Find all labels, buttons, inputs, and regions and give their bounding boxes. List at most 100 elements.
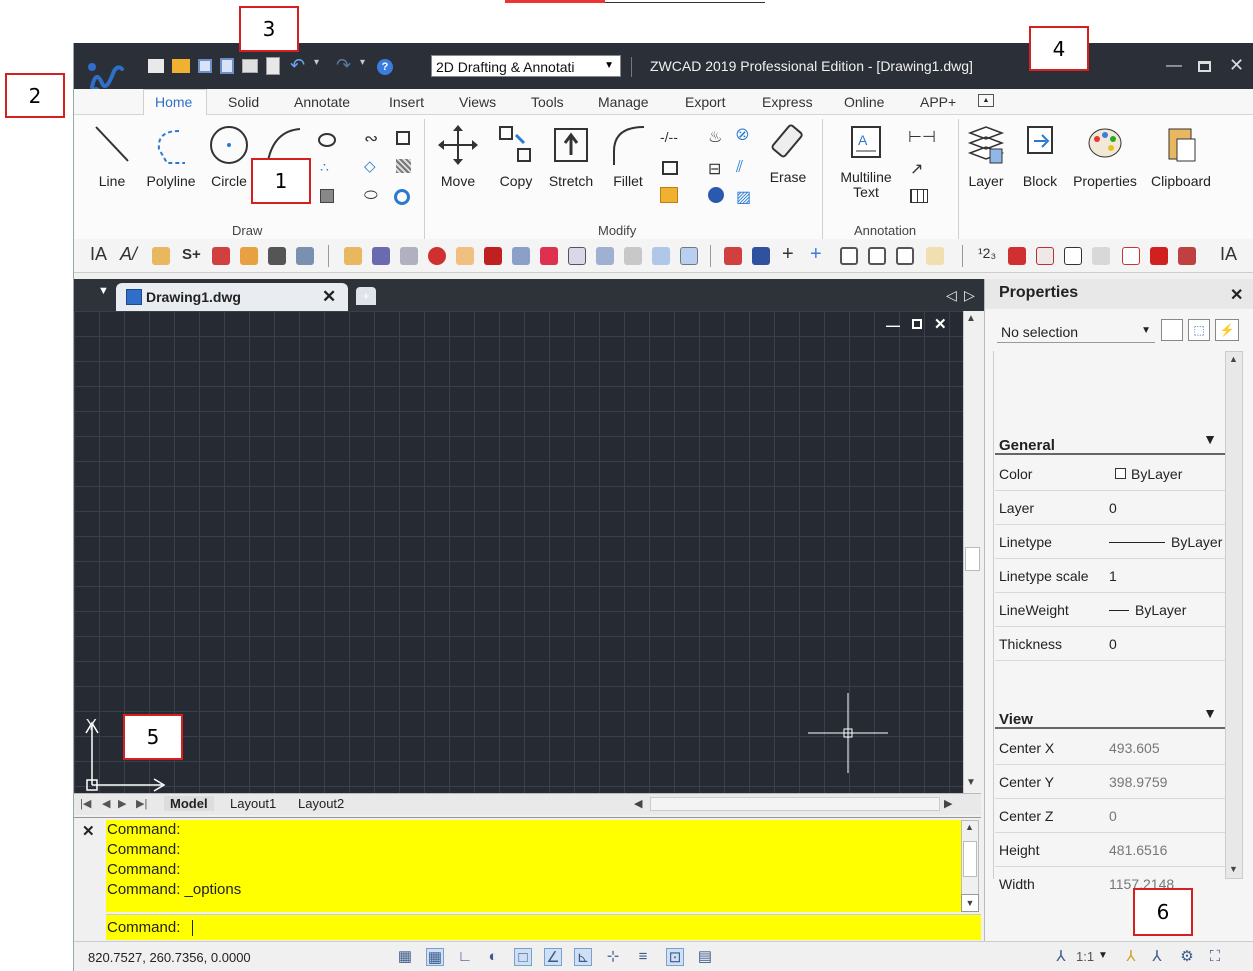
toolbar-icon-6[interactable] — [240, 247, 258, 265]
general-section-header[interactable]: General ▼ — [995, 427, 1225, 455]
table-icon[interactable] — [910, 189, 928, 203]
toolbar-icon-9[interactable] — [344, 247, 362, 265]
toolbar-icon-19[interactable] — [624, 247, 642, 265]
layout-tab-layout1[interactable]: Layout1 — [230, 796, 276, 811]
linear-dimension-icon[interactable]: ⊢⊣ — [908, 127, 936, 147]
region-icon[interactable] — [396, 131, 410, 145]
annotation-scale-value[interactable]: 1:1 — [1076, 949, 1094, 964]
layout-tab-model[interactable]: Model — [164, 796, 214, 811]
tab-home[interactable]: Home — [155, 94, 192, 110]
viewport-restore-icon[interactable] — [912, 319, 922, 329]
toolbar-icon-17[interactable] — [568, 247, 586, 265]
viewport-close-icon[interactable]: ✕ — [934, 315, 947, 333]
select-objects-icon[interactable]: ⬚ — [1188, 319, 1210, 341]
spline-icon[interactable]: ∾ — [364, 129, 378, 149]
grid-display-icon[interactable]: ▦ — [396, 948, 414, 966]
layout-tab-layout2[interactable]: Layout2 — [298, 796, 344, 811]
open-folder-icon[interactable] — [172, 59, 190, 73]
viewport-minimize-icon[interactable]: — — [886, 317, 900, 333]
property-row-height[interactable]: Height 481.6516 — [995, 833, 1225, 867]
revcloud-icon[interactable]: ⬭ — [364, 187, 378, 205]
gradient-icon[interactable] — [320, 189, 334, 203]
toolbar-icon-10[interactable] — [372, 247, 390, 265]
layout-last-icon[interactable]: ▶| — [136, 797, 147, 810]
redo-dropdown-icon[interactable]: ▾ — [360, 57, 365, 68]
command-close-icon[interactable]: ✕ — [82, 822, 95, 840]
hatch-icon[interactable] — [396, 159, 411, 173]
circle-button[interactable]: Circle — [207, 121, 251, 189]
panel-left-arrow-icon[interactable]: ◁ — [946, 287, 957, 304]
toolbar-icon-37[interactable] — [1178, 247, 1196, 265]
toolbar-icon-15[interactable] — [512, 247, 530, 265]
leader-icon[interactable]: ↗ — [910, 159, 923, 179]
toolbar-icon-21[interactable] — [680, 247, 698, 265]
join-icon[interactable] — [708, 187, 724, 203]
layout-first-icon[interactable]: |◀ — [80, 797, 91, 810]
command-scroll-thumb[interactable] — [963, 841, 977, 877]
ellipse-icon[interactable] — [318, 133, 336, 147]
workspace-select[interactable]: 2D Drafting & Annotati ▼ — [431, 55, 621, 77]
lineweight-toggle-icon[interactable]: ≡ — [634, 948, 652, 966]
tab-app-plus[interactable]: APP+ — [920, 94, 956, 110]
quick-properties-icon[interactable]: ▤ — [696, 948, 714, 966]
command-scroll-up-icon[interactable]: ▲ — [965, 822, 974, 832]
tab-views[interactable]: Views — [459, 94, 496, 110]
donut-icon[interactable] — [394, 189, 410, 205]
polygon-icon[interactable]: ◇ — [364, 157, 376, 175]
properties-scroll-down-icon[interactable]: ▼ — [1229, 864, 1238, 874]
break-icon[interactable]: ⫽ — [736, 159, 743, 177]
toolbar-icon-33[interactable] — [1064, 247, 1082, 265]
selection-chevron-icon[interactable]: ▼ — [1141, 325, 1151, 336]
general-collapse-icon[interactable]: ▼ — [1203, 431, 1217, 447]
toolbar-icon-35[interactable] — [1122, 247, 1140, 265]
object-snap-tracking-icon[interactable]: ∠ — [544, 948, 562, 966]
toolbar-icon-23[interactable] — [752, 247, 770, 265]
scroll-thumb[interactable] — [965, 547, 980, 571]
tab-insert[interactable]: Insert — [389, 94, 424, 110]
property-row-center-y[interactable]: Center Y 398.9759 — [995, 765, 1225, 799]
toolbar-icon-22[interactable] — [724, 247, 742, 265]
block-button[interactable]: Block — [1018, 121, 1062, 189]
annotation-scale-icon[interactable]: ⅄ — [1052, 948, 1070, 966]
maximize-icon[interactable] — [1198, 61, 1211, 72]
toolbar-icon-14[interactable] — [484, 247, 502, 265]
rectangle-icon[interactable] — [662, 161, 678, 175]
property-row-lineweight[interactable]: LineWeight ByLayer — [995, 593, 1225, 627]
view-collapse-icon[interactable]: ▼ — [1203, 705, 1217, 721]
property-row-linetype-scale[interactable]: Linetype scale 1 — [995, 559, 1225, 593]
selection-cycling-icon[interactable]: ⊡ — [666, 948, 684, 966]
save-as-icon[interactable] — [220, 58, 234, 74]
dynamic-ucs-icon[interactable]: ⊾ — [574, 948, 592, 966]
selection-dropdown[interactable]: No selection ▼ — [997, 319, 1155, 343]
dynamic-input-icon[interactable]: ⊹ — [604, 948, 622, 966]
minimize-icon[interactable]: — — [1166, 57, 1182, 75]
auto-scale-icon[interactable]: ⅄ — [1148, 948, 1166, 966]
toolbar-icon-12[interactable] — [428, 247, 446, 265]
gear-icon[interactable]: ⚙ — [1178, 948, 1196, 966]
toolbar-plus-icon-1[interactable]: + — [782, 243, 794, 266]
close-tab-icon[interactable]: ✕ — [322, 287, 336, 307]
command-history-collapse-icon[interactable]: ▼ — [961, 894, 979, 912]
rotate-icon[interactable]: ▨ — [736, 187, 751, 207]
toolbar-icon-13[interactable] — [456, 247, 474, 265]
properties-close-icon[interactable]: ✕ — [1230, 285, 1243, 305]
toolbar-icon-32[interactable] — [1036, 247, 1054, 265]
hscroll-track[interactable] — [650, 797, 940, 811]
layer-button[interactable]: Layer — [964, 121, 1008, 189]
clipboard-button[interactable]: Clipboard — [1146, 121, 1216, 189]
property-row-thickness[interactable]: Thickness 0 — [995, 627, 1225, 661]
hscroll-left-icon[interactable]: ◀ — [634, 797, 642, 810]
tab-manage[interactable]: Manage — [598, 94, 649, 110]
toolbar-plus-icon-2[interactable]: + — [810, 243, 822, 266]
property-row-layer[interactable]: Layer 0 — [995, 491, 1225, 525]
property-row-linetype[interactable]: Linetype ByLayer — [995, 525, 1225, 559]
save-icon[interactable] — [198, 59, 212, 73]
plot-preview-icon[interactable] — [266, 57, 280, 75]
command-input-field[interactable]: Command: — [106, 914, 981, 940]
undo-icon[interactable]: ↶ — [290, 55, 305, 76]
toolbar-icon-8[interactable] — [296, 247, 314, 265]
offset-icon[interactable]: ♨ — [708, 127, 722, 147]
tab-tools[interactable]: Tools — [531, 94, 564, 110]
quick-select-icon[interactable]: ⚡ — [1215, 319, 1239, 341]
explode-icon[interactable]: ⦼ — [736, 127, 749, 145]
